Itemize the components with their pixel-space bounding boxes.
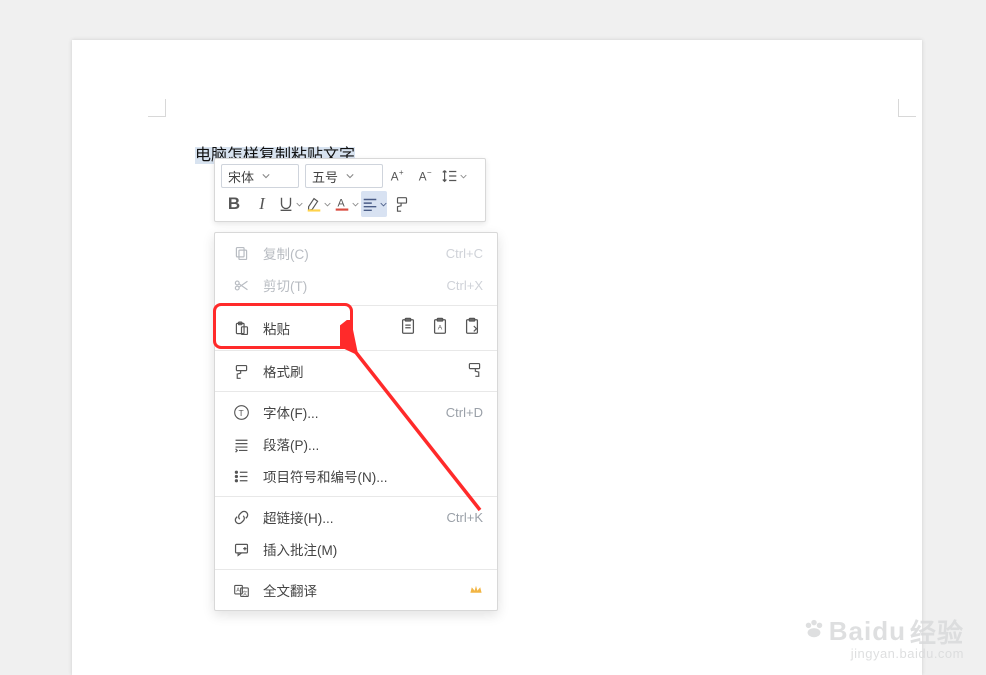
page-margin-marker-tl <box>148 99 166 117</box>
svg-text:A: A <box>419 171 427 184</box>
highlight-color-button[interactable] <box>305 191 331 217</box>
paragraph-icon <box>229 434 253 454</box>
menu-item-cut[interactable]: 剪切(T) Ctrl+X <box>215 269 497 301</box>
mini-formatting-toolbar: 宋体 五号 A+ A− B I A <box>214 158 486 222</box>
alignment-button[interactable] <box>361 191 387 217</box>
menu-item-label: 插入批注(M) <box>263 539 483 559</box>
menu-item-paste[interactable]: 粘贴 <box>215 310 335 346</box>
italic-button[interactable]: I <box>249 191 275 217</box>
menu-item-shortcut: Ctrl+X <box>447 278 483 293</box>
menu-item-translate[interactable]: A文 全文翻译 <box>215 574 497 606</box>
paste-text-only-button[interactable]: A <box>431 317 449 340</box>
svg-text:文: 文 <box>242 589 247 596</box>
svg-text:A: A <box>438 324 443 331</box>
menu-item-label: 全文翻译 <box>263 580 463 600</box>
chevron-down-icon <box>296 195 303 213</box>
format-painter-alt-icon <box>466 361 483 381</box>
svg-text:A: A <box>338 198 346 210</box>
link-icon <box>229 507 253 527</box>
paste-icon <box>229 318 253 338</box>
menu-separator <box>215 391 497 392</box>
menu-item-font[interactable]: T 字体(F)... Ctrl+D <box>215 396 497 428</box>
increase-font-size-button[interactable]: A+ <box>385 163 411 189</box>
menu-item-hyperlink[interactable]: 超链接(H)... Ctrl+K <box>215 501 497 533</box>
page-margin-marker-tr <box>898 99 916 117</box>
menu-item-label: 格式刷 <box>263 361 466 381</box>
menu-item-label: 字体(F)... <box>263 402 446 422</box>
format-painter-icon <box>229 361 253 381</box>
menu-item-label: 复制(C) <box>263 243 446 263</box>
svg-text:A: A <box>236 587 240 593</box>
menu-item-shortcut: Ctrl+K <box>447 510 483 525</box>
line-spacing-button[interactable] <box>441 163 467 189</box>
bold-button[interactable]: B <box>221 191 247 217</box>
menu-item-shortcut: Ctrl+D <box>446 405 483 420</box>
translate-icon: A文 <box>229 580 253 600</box>
menu-separator <box>215 496 497 497</box>
menu-item-label: 超链接(H)... <box>263 507 447 527</box>
copy-icon <box>229 243 253 263</box>
svg-text:T: T <box>238 407 243 417</box>
bullets-icon <box>229 466 253 486</box>
menu-item-copy[interactable]: 复制(C) Ctrl+C <box>215 237 497 269</box>
chevron-down-icon <box>324 195 331 213</box>
menu-item-paste-row: 粘贴 A <box>215 310 497 346</box>
svg-text:+: + <box>399 168 404 177</box>
menu-item-label: 剪切(T) <box>263 275 447 295</box>
menu-separator <box>215 350 497 351</box>
context-menu: 复制(C) Ctrl+C 剪切(T) Ctrl+X 粘贴 A 格式刷 T 字体(… <box>214 232 498 611</box>
format-painter-button[interactable] <box>389 191 415 217</box>
font-size-select[interactable]: 五号 <box>305 164 383 188</box>
menu-item-comment[interactable]: 插入批注(M) <box>215 533 497 565</box>
watermark-main: Baidu <box>829 616 906 647</box>
menu-item-label: 项目符号和编号(N)... <box>263 466 483 486</box>
comment-icon <box>229 539 253 559</box>
crown-icon <box>469 583 483 598</box>
font-family-value: 宋体 <box>228 167 254 186</box>
underline-button[interactable] <box>277 191 303 217</box>
svg-text:−: − <box>427 168 432 177</box>
menu-item-paragraph[interactable]: 段落(P)... <box>215 428 497 460</box>
font-size-value: 五号 <box>312 167 338 186</box>
paste-match-dest-button[interactable] <box>463 317 481 340</box>
font-icon: T <box>229 402 253 422</box>
menu-item-format-painter[interactable]: 格式刷 <box>215 355 497 387</box>
watermark: Baidu 经验 jingyan.baidu.com <box>803 613 964 661</box>
menu-item-shortcut: Ctrl+C <box>446 246 483 261</box>
font-color-button[interactable]: A <box>333 191 359 217</box>
watermark-brand: 经验 <box>910 613 964 650</box>
chevron-down-icon <box>352 195 359 213</box>
chevron-down-icon <box>346 172 354 180</box>
menu-item-label: 段落(P)... <box>263 434 483 454</box>
menu-separator <box>215 569 497 570</box>
chevron-down-icon <box>380 195 387 213</box>
scissors-icon <box>229 275 253 295</box>
menu-item-bullets[interactable]: 项目符号和编号(N)... <box>215 460 497 492</box>
watermark-sub: jingyan.baidu.com <box>803 646 964 661</box>
chevron-down-icon <box>262 172 270 180</box>
font-family-select[interactable]: 宋体 <box>221 164 299 188</box>
paw-icon <box>803 616 825 647</box>
menu-item-label: 粘贴 <box>263 318 290 338</box>
paste-keep-formatting-button[interactable] <box>399 317 417 340</box>
chevron-down-icon <box>460 167 467 185</box>
decrease-font-size-button[interactable]: A− <box>413 163 439 189</box>
menu-separator <box>215 305 497 306</box>
svg-text:A: A <box>391 171 399 184</box>
